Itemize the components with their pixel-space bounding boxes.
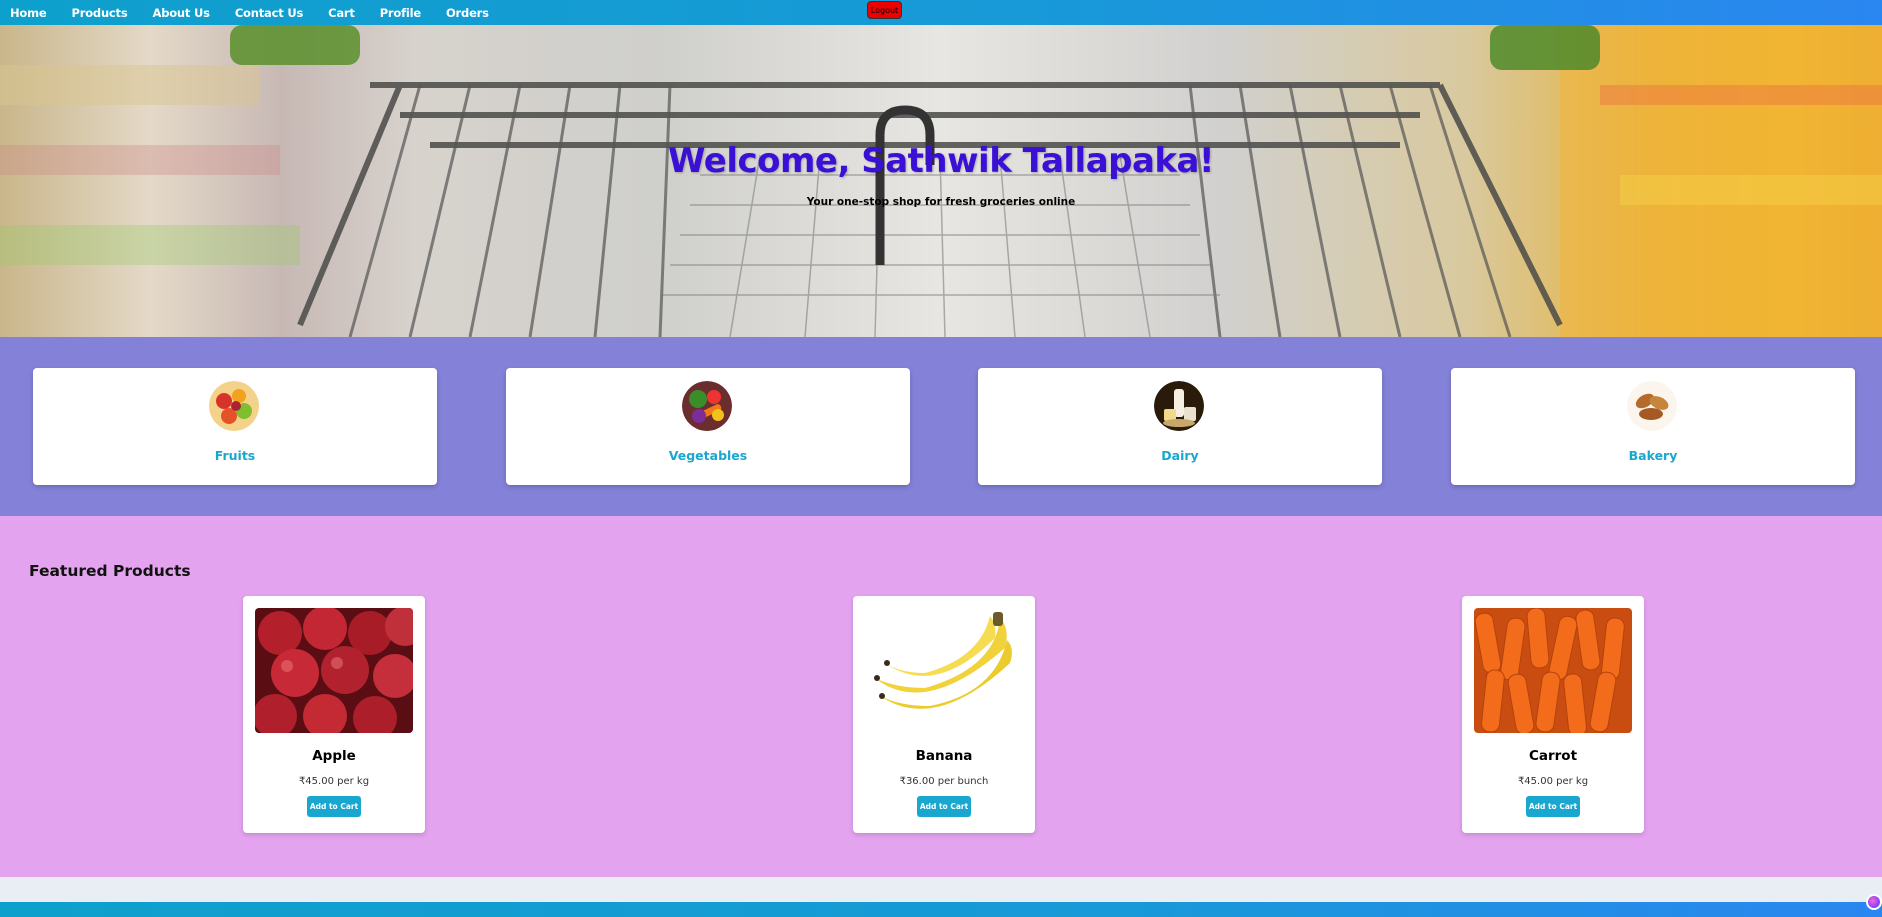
banana-image[interactable] bbox=[865, 608, 1023, 733]
bakery-icon bbox=[1627, 381, 1677, 431]
apple-image[interactable] bbox=[255, 608, 413, 733]
add-to-cart-button[interactable]: Add to Cart bbox=[1526, 796, 1580, 817]
add-to-cart-button[interactable]: Add to Cart bbox=[307, 796, 361, 817]
category-label: Fruits bbox=[214, 448, 256, 463]
categories-section: Fruits Vegetables Dairy Bakery bbox=[0, 337, 1882, 516]
nav-link-orders[interactable]: Orders bbox=[446, 6, 489, 20]
product-name: Carrot bbox=[1528, 748, 1578, 764]
product-card-carrot: Carrot ₹45.00 per kg Add to Cart bbox=[1462, 596, 1644, 833]
product-price: ₹36.00 per bunch bbox=[899, 776, 989, 787]
fruits-icon bbox=[209, 381, 259, 431]
add-to-cart-button[interactable]: Add to Cart bbox=[917, 796, 971, 817]
category-card-bakery[interactable]: Bakery bbox=[1451, 368, 1855, 485]
nav-link-products[interactable]: Products bbox=[72, 6, 128, 20]
vegetables-icon bbox=[682, 381, 732, 431]
dairy-icon bbox=[1154, 381, 1204, 431]
page-gap bbox=[0, 877, 1882, 902]
shopping-cart-illustration bbox=[0, 25, 1882, 337]
nav-link-about-us[interactable]: About Us bbox=[153, 6, 211, 20]
hero-subtitle: Your one-stop shop for fresh groceries o… bbox=[806, 196, 1076, 208]
product-card-banana: Banana ₹36.00 per bunch Add to Cart bbox=[853, 596, 1035, 833]
nav-link-cart[interactable]: Cart bbox=[328, 6, 355, 20]
nav-link-contact-us[interactable]: Contact Us bbox=[235, 6, 303, 20]
category-card-vegetables[interactable]: Vegetables bbox=[506, 368, 910, 485]
hero-banner: Welcome, Sathwik Tallapaka! Your one-sto… bbox=[0, 25, 1882, 337]
logout-button[interactable]: Logout bbox=[867, 1, 902, 19]
footer-bar bbox=[0, 902, 1882, 917]
category-card-dairy[interactable]: Dairy bbox=[978, 368, 1382, 485]
category-label: Vegetables bbox=[668, 448, 748, 463]
product-price: ₹45.00 per kg bbox=[298, 776, 370, 787]
carrot-image[interactable] bbox=[1474, 608, 1632, 733]
section-title: Featured Products bbox=[29, 562, 191, 580]
hero-title: Welcome, Sathwik Tallapaka! bbox=[667, 141, 1215, 181]
product-name: Apple bbox=[312, 748, 356, 764]
product-card-apple: Apple ₹45.00 per kg Add to Cart bbox=[243, 596, 425, 833]
featured-products-section: Featured Products Apple ₹45.00 per kg Ad… bbox=[0, 516, 1882, 877]
nav-links: Home Products About Us Contact Us Cart P… bbox=[0, 6, 514, 20]
category-card-fruits[interactable]: Fruits bbox=[33, 368, 437, 485]
nav-link-profile[interactable]: Profile bbox=[380, 6, 421, 20]
nav-link-home[interactable]: Home bbox=[10, 6, 47, 20]
category-label: Dairy bbox=[1161, 448, 1199, 463]
product-price: ₹45.00 per kg bbox=[1517, 776, 1589, 787]
top-navbar: Home Products About Us Contact Us Cart P… bbox=[0, 0, 1882, 25]
product-name: Banana bbox=[915, 748, 973, 764]
assistant-widget-icon[interactable] bbox=[1866, 894, 1882, 910]
category-label: Bakery bbox=[1628, 448, 1678, 463]
